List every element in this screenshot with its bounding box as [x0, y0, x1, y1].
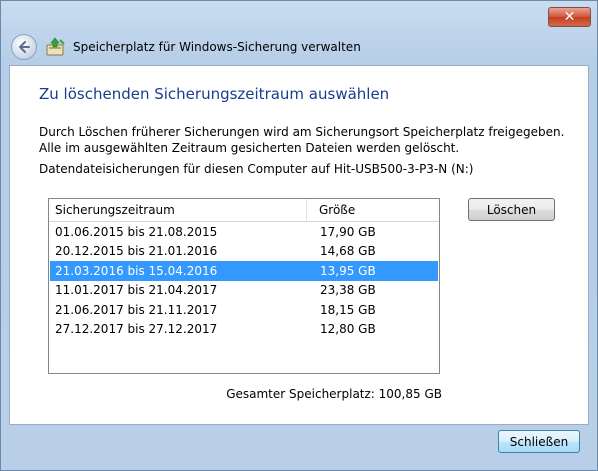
delete-button[interactable]: Löschen: [468, 198, 555, 221]
column-header-period[interactable]: Sicherungszeitraum: [49, 199, 307, 221]
period-cell: 21.03.2016 bis 15.04.2016: [55, 263, 218, 278]
size-cell: 18,15 GB: [320, 302, 376, 317]
list-item[interactable]: 21.06.2017 bis 21.11.2017 18,15 GB: [50, 300, 438, 320]
close-button[interactable]: Schließen: [498, 430, 580, 453]
page-heading: Zu löschenden Sicherungszeitraum auswähl…: [39, 85, 390, 103]
list-item[interactable]: 20.12.2015 bis 21.01.2016 14,68 GB: [50, 242, 438, 262]
period-cell: 21.06.2017 bis 21.11.2017: [55, 302, 218, 317]
close-icon: ✕: [563, 9, 576, 25]
period-cell: 20.12.2015 bis 21.01.2016: [55, 244, 218, 259]
dialog-title: Speicherplatz für Windows-Sicherung verw…: [73, 40, 361, 54]
list-item[interactable]: 21.03.2016 bis 15.04.2016 13,95 GB: [50, 261, 438, 281]
period-cell: 27.12.2017 bis 27.12.2017: [55, 322, 218, 337]
size-cell: 13,95 GB: [320, 263, 376, 278]
window-close-button[interactable]: ✕: [548, 7, 591, 27]
list-item[interactable]: 27.12.2017 bis 27.12.2017 12,80 GB: [50, 320, 438, 340]
size-cell: 12,80 GB: [320, 322, 376, 337]
list-header: Sicherungszeitraum Größe: [49, 199, 439, 222]
backup-icon: [46, 37, 65, 56]
back-button[interactable]: [11, 34, 37, 60]
back-arrow-icon: [19, 41, 30, 53]
period-cell: 11.01.2017 bis 21.04.2017: [55, 283, 218, 298]
dialog-window: ✕ Speicherplatz für Windows-Sicherung ve…: [0, 0, 598, 471]
description-text: Durch Löschen früherer Sicherungen wird …: [39, 125, 565, 155]
list-item[interactable]: 11.01.2017 bis 21.04.2017 23,38 GB: [50, 281, 438, 301]
column-header-size[interactable]: Größe: [307, 199, 439, 221]
size-cell: 23,38 GB: [320, 283, 376, 298]
list-item[interactable]: 01.06.2015 bis 21.08.2015 17,90 GB: [50, 222, 438, 242]
list-rows: 01.06.2015 bis 21.08.2015 17,90 GB 20.12.2…: [49, 222, 439, 339]
backup-period-list[interactable]: Sicherungszeitraum Größe 01.06.2015 bis …: [48, 198, 440, 374]
size-cell: 17,90 GB: [320, 224, 376, 239]
content-panel: Zu löschenden Sicherungszeitraum auswähl…: [9, 65, 589, 425]
dialog-header: Speicherplatz für Windows-Sicherung verw…: [9, 29, 589, 65]
total-storage-label: Gesamter Speicherplatz: 100,85 GB: [226, 387, 442, 401]
period-cell: 01.06.2015 bis 21.08.2015: [55, 224, 218, 239]
size-cell: 14,68 GB: [320, 244, 376, 259]
backup-target-text: Datendateisicherungen für diesen Compute…: [39, 162, 474, 176]
